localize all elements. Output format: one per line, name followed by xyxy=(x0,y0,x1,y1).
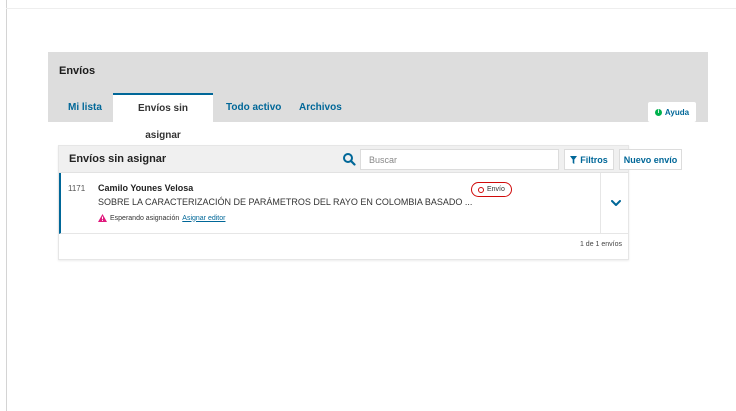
panel-title: Envíos sin asignar xyxy=(69,153,167,165)
window-edge xyxy=(6,0,7,411)
new-submission-button[interactable]: Nuevo envío xyxy=(619,149,682,170)
tab-archivos[interactable]: Archivos xyxy=(299,93,342,122)
status-text: Esperando asignación xyxy=(110,214,180,222)
page-title: Envíos xyxy=(59,65,96,77)
filters-label: Filtros xyxy=(580,154,608,165)
search-input[interactable] xyxy=(360,149,559,170)
submission-status: Esperando asignación Asignar editor xyxy=(98,214,225,222)
tab-envios-sin-asignar[interactable]: Envíos sin asignar xyxy=(113,93,213,141)
panel-header: Envíos sin asignar Filtros Nuevo envío xyxy=(59,146,682,173)
stage-dot-icon xyxy=(478,186,484,193)
assign-editor-link[interactable]: Asignar editor xyxy=(182,215,225,222)
submission-author: Camilo Younes Velosa xyxy=(98,183,194,193)
search-icon[interactable] xyxy=(342,152,356,166)
info-icon: i xyxy=(654,108,662,116)
submissions-panel: Envíos sin asignar Filtros Nuevo envío 1… xyxy=(58,145,682,260)
top-divider xyxy=(6,8,736,9)
expand-row-button[interactable] xyxy=(600,173,630,233)
tab-todo-activo[interactable]: Todo activo xyxy=(226,93,281,122)
pagination-summary: 1 de 1 envíos xyxy=(579,241,622,248)
help-label: Ayuda xyxy=(664,107,690,117)
submission-id: 1171 xyxy=(68,184,86,193)
filters-button[interactable]: Filtros xyxy=(564,149,614,170)
submission-row[interactable]: 1171 Camilo Younes Velosa SOBRE LA CARAC… xyxy=(59,173,628,234)
warning-icon xyxy=(98,214,107,222)
chevron-down-icon xyxy=(610,199,621,206)
stage-badge: Envío xyxy=(471,182,512,197)
page: Envíos Mi lista Envíos sin asignar Todo … xyxy=(0,0,736,411)
submission-title: SOBRE LA CARACTERIZACIÓN DE PARÁMETROS D… xyxy=(98,197,473,207)
tab-mi-lista[interactable]: Mi lista xyxy=(68,93,102,122)
filter-icon xyxy=(570,155,578,164)
help-button[interactable]: i Ayuda xyxy=(648,102,696,122)
stage-label: Envío xyxy=(487,186,505,193)
